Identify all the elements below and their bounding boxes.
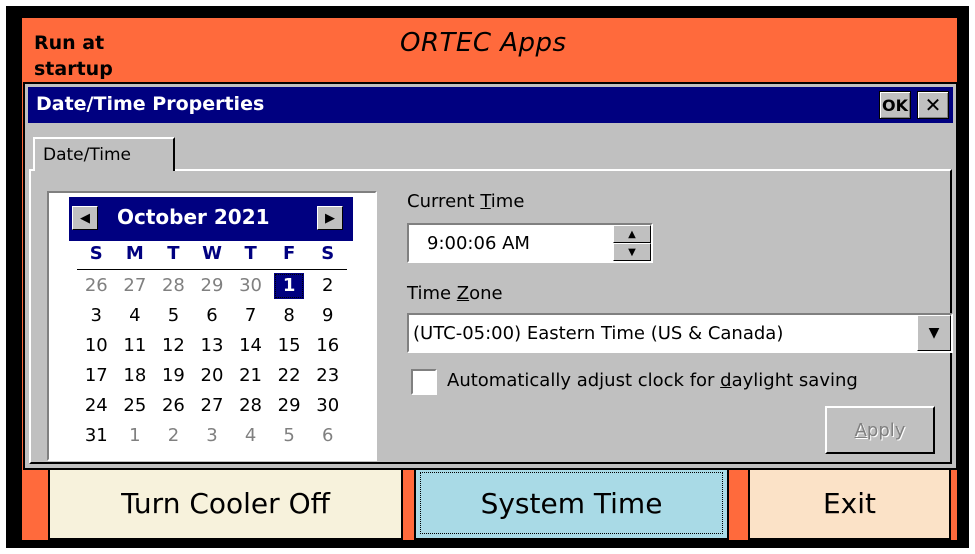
dialog-title: Date/Time Properties <box>36 93 265 115</box>
calendar-day[interactable]: 3 <box>193 421 232 451</box>
calendar-day[interactable]: 14 <box>231 331 270 361</box>
calendar-day[interactable]: 27 <box>193 391 232 421</box>
weekday-label: T <box>244 243 257 264</box>
current-time-field[interactable]: 9:00:06 AM ▲ ▼ <box>407 223 653 263</box>
weekday-header: S M T W T F S <box>77 243 347 270</box>
calendar-day[interactable]: 18 <box>116 361 155 391</box>
tab-panel: ◀ October 2021 ▶ S M T W T F S 26 27 28 29 3… <box>29 169 953 464</box>
calendar-day-grid: 26 27 28 29 30 1 2 3 4 5 6 7 8 9 10 11 12 13 14 15 16 17 18 19 2… <box>77 271 347 451</box>
time-zone-select[interactable]: (UTC-05:00) Eastern Time (US & Canada) ▼ <box>407 313 953 353</box>
app-title: ORTEC Apps <box>400 28 567 58</box>
calendar-day[interactable]: 10 <box>77 331 116 361</box>
calendar-day[interactable]: 30 <box>231 271 270 301</box>
exit-button[interactable]: Exit <box>748 466 951 540</box>
current-time-label: Current Time <box>407 191 525 212</box>
calendar-day[interactable]: 16 <box>308 331 347 361</box>
weekday-label: W <box>202 243 222 264</box>
calendar-day-selected[interactable]: 1 <box>273 273 305 299</box>
calendar-day[interactable]: 17 <box>77 361 116 391</box>
calendar-header: ◀ October 2021 ▶ <box>69 197 353 241</box>
calendar-day[interactable]: 7 <box>231 301 270 331</box>
weekday-label: S <box>89 243 103 264</box>
calendar-day[interactable]: 23 <box>308 361 347 391</box>
calendar-day[interactable]: 27 <box>116 271 155 301</box>
spin-down-icon[interactable]: ▼ <box>613 243 651 261</box>
apply-button[interactable]: Apply <box>825 406 935 454</box>
chevron-down-icon[interactable]: ▼ <box>917 315 951 351</box>
calendar-month-year[interactable]: October 2021 <box>117 205 270 229</box>
calendar-day[interactable]: 28 <box>231 391 270 421</box>
calendar-day[interactable]: 29 <box>193 271 232 301</box>
run-at-startup-label[interactable]: Run at startup <box>34 30 144 80</box>
calendar-day[interactable]: 4 <box>231 421 270 451</box>
calendar-day[interactable]: 5 <box>270 421 309 451</box>
time-zone-value[interactable]: (UTC-05:00) Eastern Time (US & Canada) <box>413 323 783 344</box>
date-time-properties-dialog: Date/Time Properties OK ✕ Date/Time ◀ Oc… <box>23 82 958 470</box>
calendar-day[interactable]: 31 <box>77 421 116 451</box>
time-zone-label: Time Zone <box>407 283 503 304</box>
weekday-label: T <box>167 243 180 264</box>
calendar-day[interactable]: 2 <box>308 271 347 301</box>
tab-date-time[interactable]: Date/Time <box>33 137 175 171</box>
dialog-title-bar: Date/Time Properties OK ✕ <box>28 87 953 123</box>
next-month-icon[interactable]: ▶ <box>317 206 343 230</box>
calendar-day[interactable]: 13 <box>193 331 232 361</box>
calendar-day[interactable]: 6 <box>193 301 232 331</box>
calendar-day[interactable]: 30 <box>308 391 347 421</box>
calendar-day[interactable]: 29 <box>270 391 309 421</box>
weekday-label: M <box>125 243 144 264</box>
calendar-day[interactable]: 20 <box>193 361 232 391</box>
calendar-day[interactable]: 8 <box>270 301 309 331</box>
current-time-value[interactable]: 9:00:06 AM <box>427 233 530 254</box>
close-icon[interactable]: ✕ <box>917 91 949 119</box>
calendar-day[interactable]: 1 <box>116 421 155 451</box>
calendar-day[interactable]: 26 <box>154 391 193 421</box>
calendar-day[interactable]: 19 <box>154 361 193 391</box>
calendar-day[interactable]: 21 <box>231 361 270 391</box>
spin-up-icon[interactable]: ▲ <box>613 225 651 243</box>
calendar-day[interactable]: 2 <box>154 421 193 451</box>
daylight-saving-checkbox[interactable] <box>411 369 437 395</box>
calendar-day[interactable]: 22 <box>270 361 309 391</box>
calendar-day[interactable]: 9 <box>308 301 347 331</box>
calendar-day[interactable]: 5 <box>154 301 193 331</box>
weekday-label: S <box>321 243 335 264</box>
calendar-day[interactable]: 28 <box>154 271 193 301</box>
calendar-day[interactable]: 15 <box>270 331 309 361</box>
calendar-day[interactable]: 24 <box>77 391 116 421</box>
calendar-day[interactable]: 11 <box>116 331 155 361</box>
calendar-day[interactable]: 3 <box>77 301 116 331</box>
prev-month-icon[interactable]: ◀ <box>72 206 98 230</box>
ok-button[interactable]: OK <box>879 91 911 119</box>
turn-cooler-off-button[interactable]: Turn Cooler Off <box>48 466 403 540</box>
daylight-saving-label[interactable]: Automatically adjust clock for daylight … <box>447 370 858 391</box>
system-time-button[interactable]: System Time <box>414 466 729 540</box>
calendar-day[interactable]: 4 <box>116 301 155 331</box>
tab-strip: Date/Time <box>25 126 956 171</box>
weekday-label: F <box>283 243 296 264</box>
calendar-day[interactable]: 6 <box>308 421 347 451</box>
calendar-day[interactable]: 26 <box>77 271 116 301</box>
time-spinner[interactable]: ▲ ▼ <box>613 225 651 261</box>
calendar-day[interactable]: 25 <box>116 391 155 421</box>
calendar-day[interactable]: 12 <box>154 331 193 361</box>
month-calendar: ◀ October 2021 ▶ S M T W T F S 26 27 28 29 3… <box>47 191 377 461</box>
